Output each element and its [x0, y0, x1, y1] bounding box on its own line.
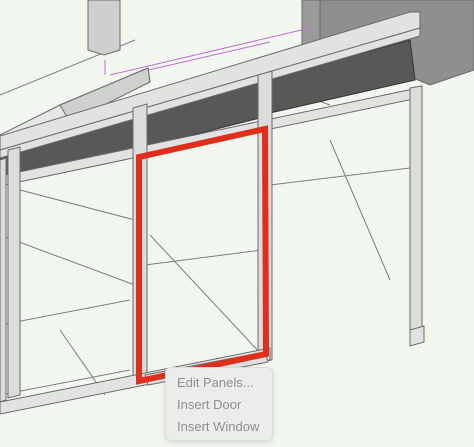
menu-item-insert-window[interactable]: Insert Window [177, 419, 259, 435]
selected-opening-highlight[interactable] [136, 125, 270, 385]
context-menu[interactable]: Edit Panels... Insert Door Insert Window [165, 367, 273, 441]
menu-item-insert-door[interactable]: Insert Door [177, 397, 241, 413]
menu-item-edit-panels[interactable]: Edit Panels... [177, 375, 254, 391]
